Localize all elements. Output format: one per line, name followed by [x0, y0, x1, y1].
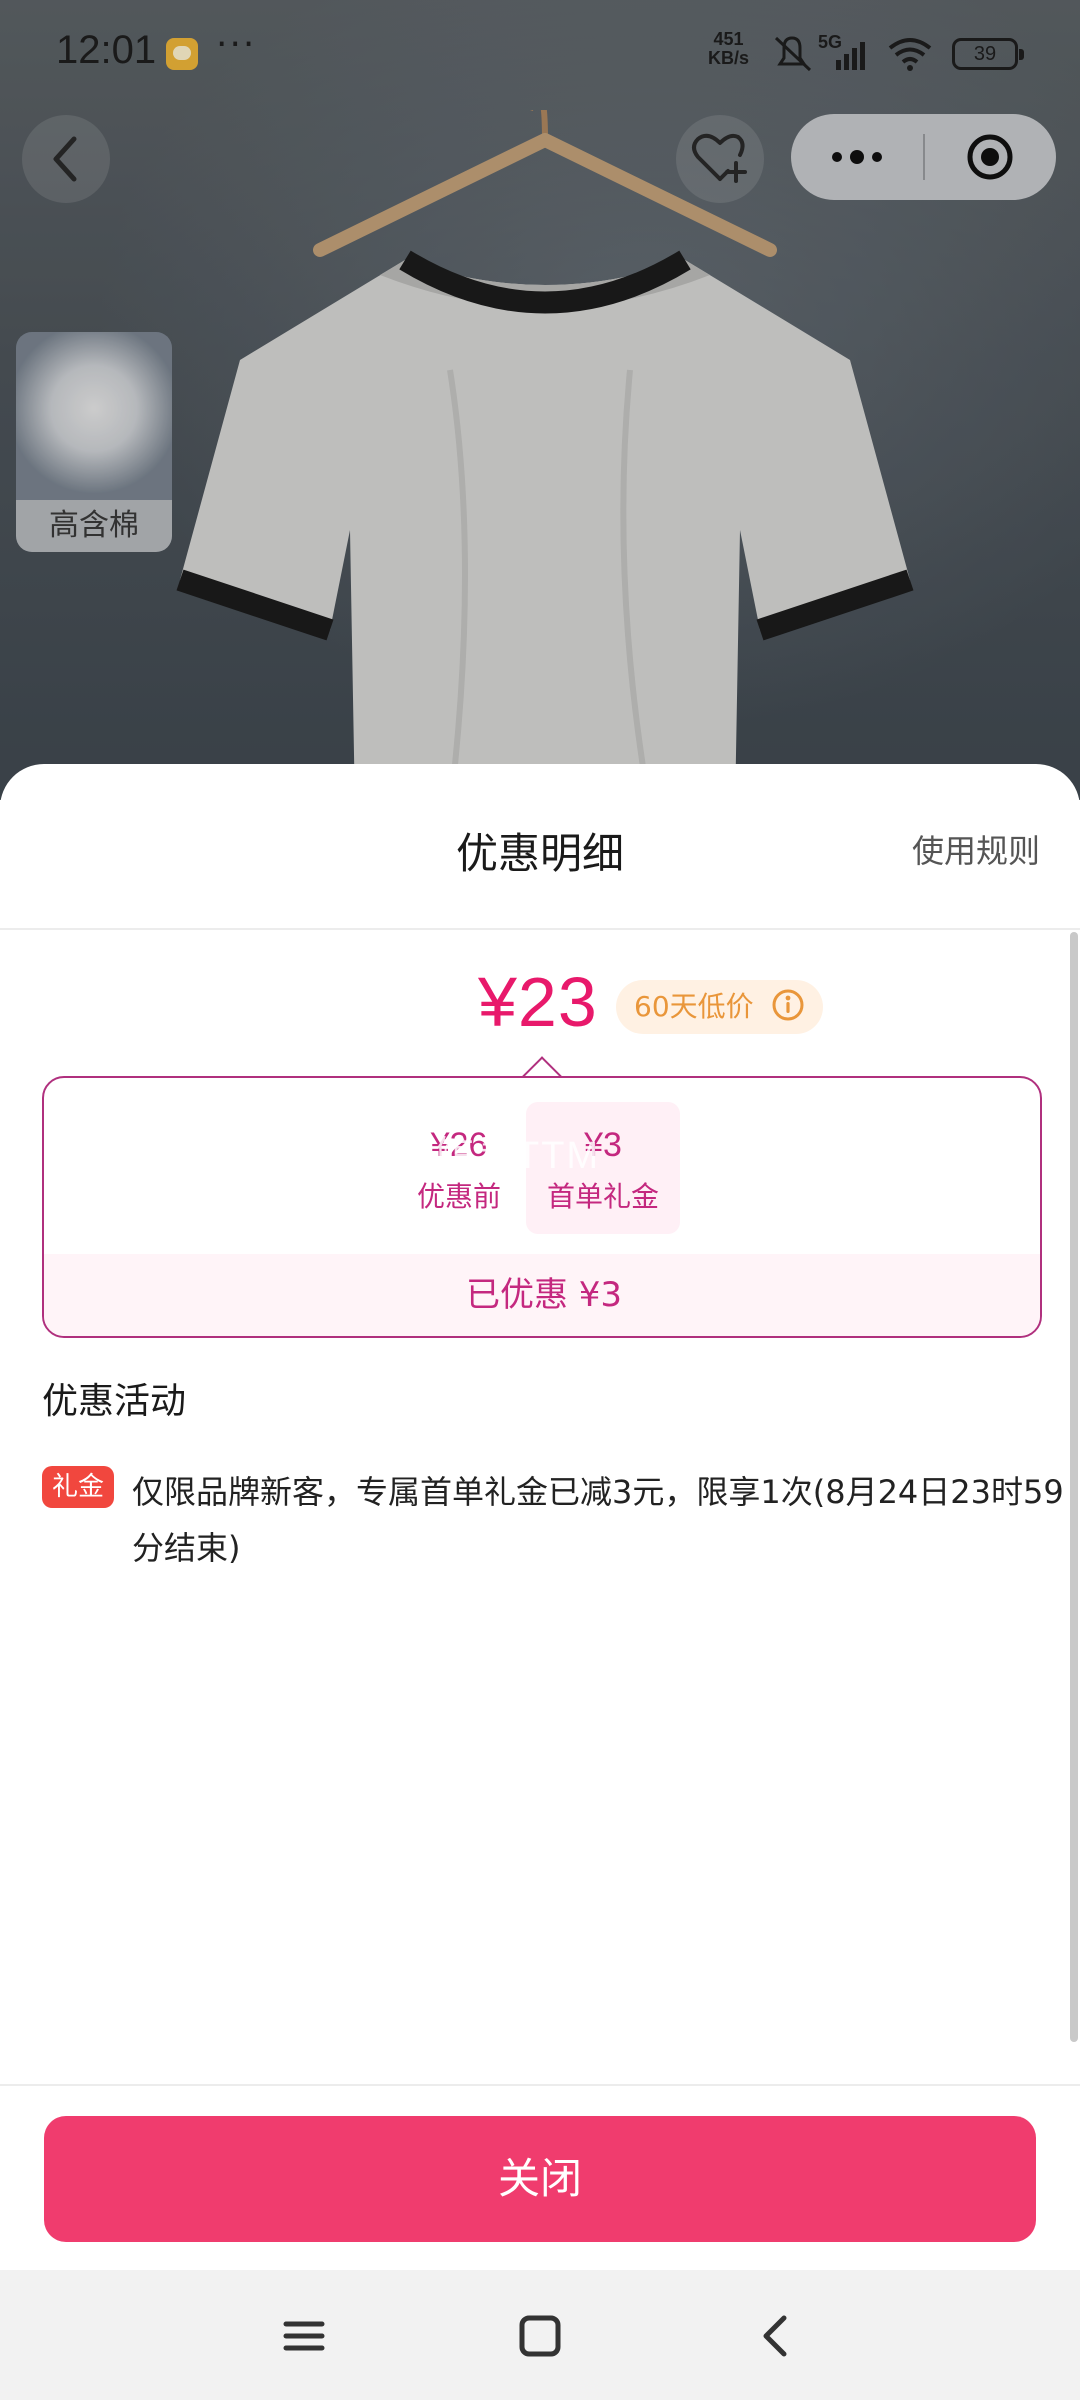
total-saved: 已优惠 ¥3	[44, 1254, 1040, 1336]
price-breakdown-box: ¥26 优惠前 ¥3 首单礼金 蓝鲸灵TTM 已优惠 ¥3	[42, 1076, 1042, 1338]
nav-back-icon[interactable]	[746, 2306, 806, 2366]
menu-icon[interactable]	[274, 2306, 334, 2366]
original-price-label: 优惠前	[416, 1180, 501, 1213]
activities-title: 优惠活动	[42, 1381, 187, 1422]
final-price: ¥23	[478, 963, 598, 1041]
modal-scrim[interactable]	[0, 0, 1080, 800]
system-nav-bar	[0, 2270, 1080, 2400]
discount-detail-sheet: 优惠明细 使用规则 ¥23 60天低价 ¥26 优惠前 ¥3 首单礼金 蓝鲸灵T…	[0, 764, 1080, 2270]
header-divider	[0, 928, 1080, 930]
home-icon[interactable]	[510, 2306, 570, 2366]
gift-badge: 礼金	[42, 1466, 115, 1508]
watermark-text: 蓝鲸灵TTM	[396, 1135, 601, 1177]
gift-label: 首单礼金	[546, 1180, 659, 1213]
low-price-tag[interactable]: 60天低价	[616, 980, 823, 1034]
low-price-tag-label: 60天低价	[634, 990, 754, 1023]
footer-divider	[0, 2084, 1080, 2086]
close-button[interactable]: 关闭	[44, 2116, 1036, 2242]
info-icon	[772, 989, 804, 1021]
usage-rules-link[interactable]: 使用规则	[912, 826, 1040, 872]
activity-description: 仅限品牌新客，专属首单礼金已减3元，限享1次(8月24日23时59分结束)	[132, 1473, 1064, 1567]
